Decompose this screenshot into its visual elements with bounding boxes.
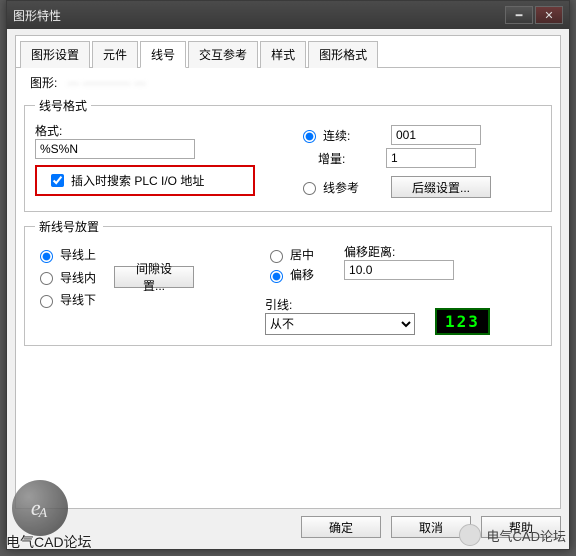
titlebar: 图形特性 ━ ✕ [7,1,569,29]
leader-label: 引线: [265,296,415,313]
center-radio[interactable] [270,250,283,263]
leader-select[interactable]: 从不 [265,313,415,335]
line-ref-radio[interactable] [303,182,316,195]
sequential-radio[interactable] [303,130,316,143]
tab-style[interactable]: 样式 [260,41,306,68]
drawing-label: 图形: [30,74,57,91]
ok-button[interactable]: 确定 [301,516,381,538]
tab-drawing-format[interactable]: 图形格式 [308,41,378,68]
offset-distance-input[interactable] [344,260,454,280]
increment-label: 增量: [318,150,358,167]
tab-xref[interactable]: 交互参考 [188,41,258,68]
window-title: 图形特性 [13,7,505,24]
sequential-input[interactable] [391,125,481,145]
offset-label: 偏移 [290,266,314,283]
format-input[interactable] [35,139,195,159]
tab-component[interactable]: 元件 [92,41,138,68]
window-buttons: ━ ✕ [505,6,563,24]
wire-format-group: 线号格式 格式: 插入时搜索 PLC I/O 地址 连续: [24,97,552,212]
placement-legend: 新线号放置 [35,218,103,235]
placement-group: 新线号放置 导线上 导线内 间隙设置... 导线下 [24,218,552,346]
plc-search-checkbox[interactable] [51,174,64,187]
line-ref-label: 线参考 [323,179,369,196]
drawing-path: ··· ············ ··· [67,76,146,90]
watermark-text-left: 电气CAD论坛 [6,532,92,552]
plc-search-highlight: 插入时搜索 PLC I/O 地址 [35,165,255,196]
dialog-window: 图形特性 ━ ✕ 图形设置 元件 线号 交互参考 样式 图形格式 图形: ···… [6,0,570,550]
client-area: 图形设置 元件 线号 交互参考 样式 图形格式 图形: ··· ········… [15,35,561,509]
tab-drawing-settings[interactable]: 图形设置 [20,41,90,68]
in-line-label: 导线内 [60,269,110,286]
plc-search-label: 插入时搜索 PLC I/O 地址 [71,172,204,189]
tab-strip: 图形设置 元件 线号 交互参考 样式 图形格式 [16,36,560,68]
suffix-settings-button[interactable]: 后缀设置... [391,176,491,198]
in-line-radio[interactable] [40,272,53,285]
format-label: 格式: [35,122,278,139]
watermark-logo: eA [12,480,68,536]
center-label: 居中 [290,246,314,263]
wire-format-legend: 线号格式 [35,97,91,114]
gap-settings-button[interactable]: 间隙设置... [114,266,194,288]
above-line-radio[interactable] [40,250,53,263]
below-line-label: 导线下 [60,291,96,308]
drawing-row: 图形: ··· ············ ··· [30,74,554,91]
watermark-avatar-icon [459,524,481,546]
minimize-button[interactable]: ━ [505,6,533,24]
watermark-text-right: 电气CAD论坛 [487,526,566,545]
tab-wire-number[interactable]: 线号 [140,41,186,68]
below-line-radio[interactable] [40,295,53,308]
watermark-right: 电气CAD论坛 [459,524,566,546]
offset-radio[interactable] [270,270,283,283]
increment-input[interactable] [386,148,476,168]
offset-distance-label: 偏移距离: [344,243,454,260]
wire-preview: 123 [435,308,490,335]
above-line-label: 导线上 [60,246,96,263]
close-button[interactable]: ✕ [535,6,563,24]
sequential-label: 连续: [323,127,363,144]
